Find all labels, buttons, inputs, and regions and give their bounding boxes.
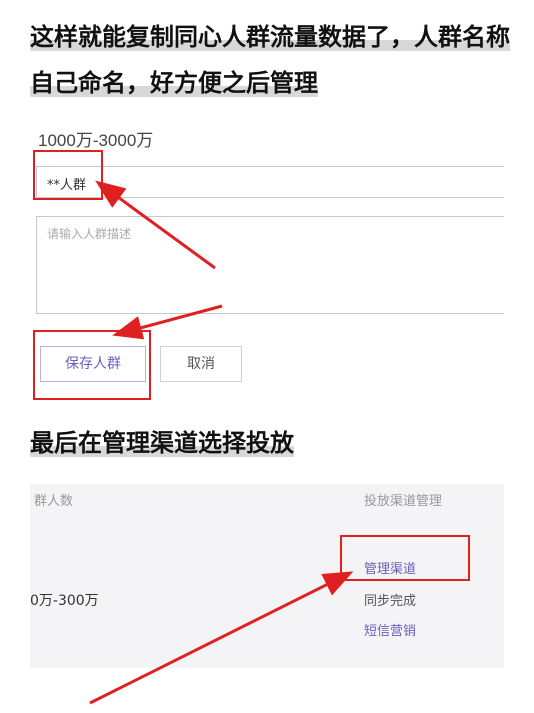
arrow-to-save <box>112 304 223 340</box>
arrow-to-name <box>95 180 216 270</box>
annotation-arrows <box>89 180 354 705</box>
arrow-to-channel <box>89 571 354 705</box>
